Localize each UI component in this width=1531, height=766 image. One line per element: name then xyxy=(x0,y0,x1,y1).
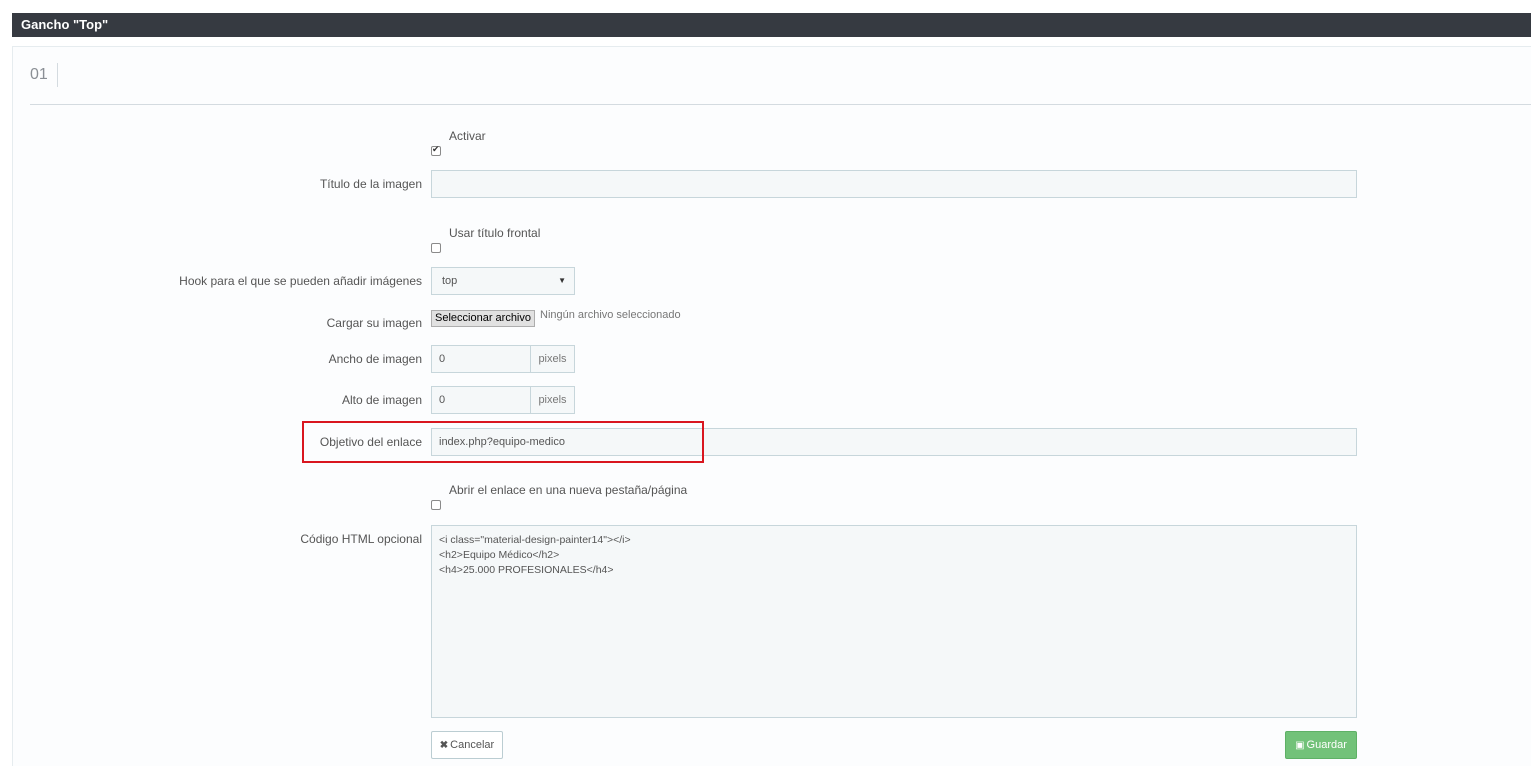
usar-titulo-frontal-checkbox[interactable] xyxy=(431,243,441,253)
ancho-imagen-label: Ancho de imagen xyxy=(328,352,422,366)
panel-title: Gancho "Top" xyxy=(12,13,1531,37)
section-divider xyxy=(30,104,1531,105)
close-icon: ✖ xyxy=(439,740,449,751)
floppy-disk-icon: ▣ xyxy=(1295,740,1305,751)
codigo-html-textarea[interactable]: <i class="material-design-painter14"></i… xyxy=(431,525,1357,718)
alto-imagen-input[interactable]: 0 xyxy=(431,386,531,414)
ancho-imagen-input[interactable]: 0 xyxy=(431,345,531,373)
alto-imagen-label: Alto de imagen xyxy=(341,393,422,407)
ancho-unit: pixels xyxy=(530,345,575,373)
titulo-imagen-input[interactable] xyxy=(431,170,1357,198)
save-button[interactable]: ▣ Guardar xyxy=(1285,731,1357,759)
file-status: Ningún archivo seleccionado xyxy=(540,309,681,321)
alto-unit: pixels xyxy=(530,386,575,414)
codigo-html-label: Código HTML opcional xyxy=(300,532,422,546)
nueva-pestana-checkbox[interactable] xyxy=(431,500,441,510)
section-number: 01 xyxy=(30,63,58,87)
activar-label: Activar xyxy=(449,129,486,143)
hook-select[interactable]: top ▼ xyxy=(431,267,575,295)
save-label: Guardar xyxy=(1306,739,1347,751)
seleccionar-archivo-button[interactable]: Seleccionar archivo xyxy=(431,310,535,327)
nueva-pestana-label: Abrir el enlace en una nueva pestaña/pág… xyxy=(449,483,688,497)
hook-select-value: top xyxy=(442,275,458,287)
usar-titulo-frontal-label: Usar título frontal xyxy=(449,226,541,240)
cancel-button[interactable]: ✖ Cancelar xyxy=(431,731,503,759)
activar-checkbox[interactable] xyxy=(431,144,441,156)
hook-label: Hook para el que se pueden añadir imágen… xyxy=(179,274,422,288)
cargar-imagen-label: Cargar su imagen xyxy=(326,316,422,330)
titulo-imagen-label: Título de la imagen xyxy=(319,177,422,191)
caret-down-icon: ▼ xyxy=(558,276,566,285)
cancel-label: Cancelar xyxy=(450,739,495,751)
highlight-box xyxy=(302,421,704,463)
